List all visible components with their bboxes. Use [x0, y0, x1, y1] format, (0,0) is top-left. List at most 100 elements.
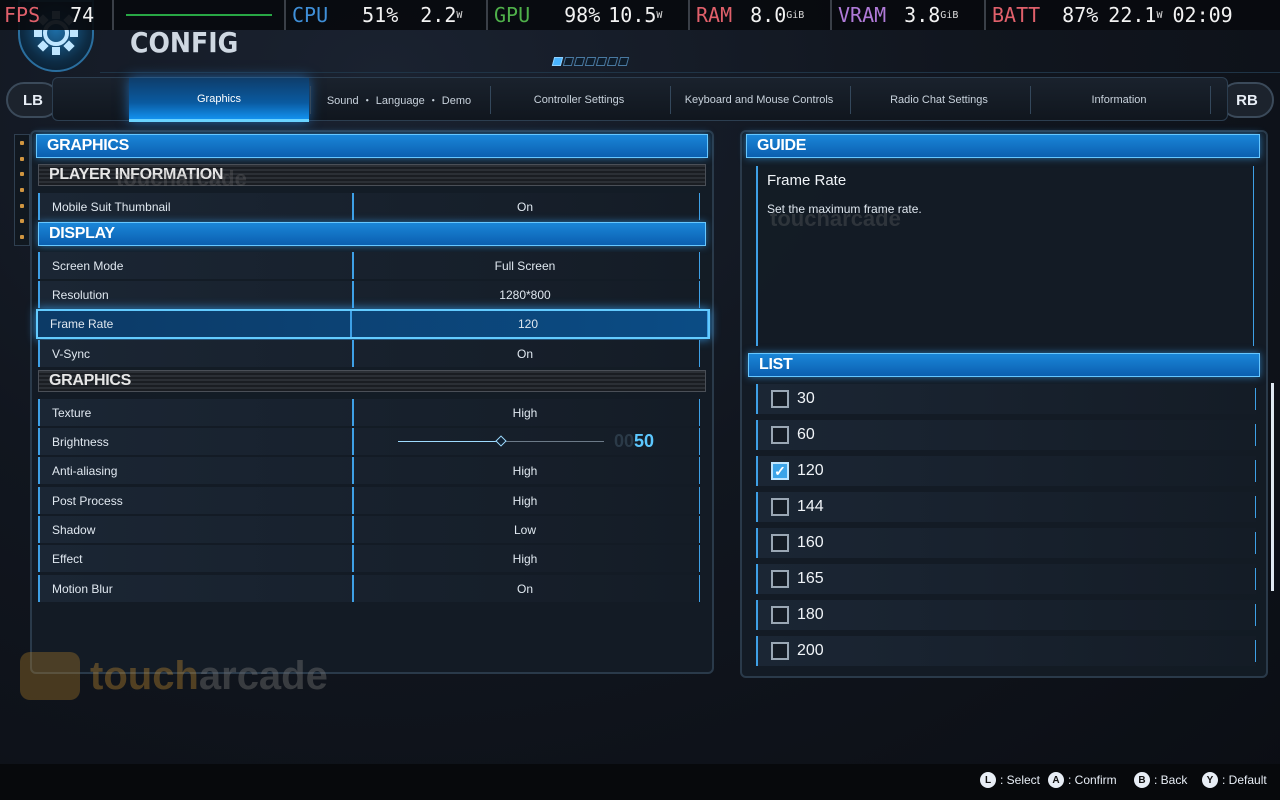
section-header-display: DISPLAY	[38, 222, 706, 246]
setting-label: Mobile Suit Thumbnail	[40, 193, 354, 220]
setting-value: High	[512, 493, 538, 508]
checkbox-checked[interactable]	[771, 462, 789, 480]
tab-keyboard-mouse[interactable]: Keyboard and Mouse Controls	[669, 78, 851, 122]
watermark-faint: toucharcade	[116, 166, 247, 191]
list-item-120[interactable]: 120	[756, 456, 1256, 486]
fps-label: FPS	[4, 3, 41, 27]
checkbox[interactable]	[771, 606, 789, 624]
section-header-guide: GUIDE	[746, 134, 1260, 158]
list-item-160[interactable]: 160	[756, 528, 1256, 558]
checkbox[interactable]	[771, 642, 789, 660]
brightness-slider[interactable]	[398, 435, 604, 447]
fps-group: FPS 74	[0, 0, 114, 30]
setting-label: Post Process	[40, 487, 354, 514]
setting-value: 1280*800	[499, 287, 551, 302]
checkbox[interactable]	[771, 498, 789, 516]
hint-default: Y : Default	[1202, 772, 1267, 788]
page-dot	[551, 57, 564, 66]
pip	[20, 172, 24, 177]
tab-controller-settings[interactable]: Controller Settings	[489, 78, 671, 122]
setting-label: V-Sync	[40, 340, 354, 367]
tab-graphics[interactable]: Graphics	[129, 78, 311, 122]
battery-group: BATT 87% 22.1 W 02:09	[986, 0, 1239, 30]
tab-information[interactable]: Information	[1029, 78, 1211, 122]
gpu-unit: W	[656, 9, 663, 21]
setting-row-texture[interactable]: Texture High	[38, 399, 700, 426]
row-endcap	[1255, 424, 1256, 446]
checkbox[interactable]	[771, 534, 789, 552]
vram-value: 3.8	[904, 3, 941, 27]
hint-confirm: A : Confirm	[1048, 772, 1117, 788]
toucharcade-logo-icon	[20, 652, 80, 700]
gpu-group: GPU 98% 10.5 W	[488, 0, 690, 30]
setting-value: 120	[517, 317, 539, 331]
brightness-value: 0050	[614, 431, 654, 452]
brightness-slider-fill	[398, 441, 501, 442]
list-item-200[interactable]: 200	[756, 636, 1256, 666]
fps-graph	[126, 14, 272, 16]
checkbox[interactable]	[771, 426, 789, 444]
battery-label: BATT	[992, 3, 1041, 27]
row-endcap	[696, 428, 700, 455]
tab-sound-language-demo[interactable]: Sound ・ Language ・ Demo	[309, 78, 491, 122]
list-scrollbar[interactable]	[1271, 383, 1274, 591]
hint-label: : Select	[1000, 773, 1041, 787]
b-button-icon: B	[1134, 772, 1150, 788]
guide-title: Frame Rate	[767, 172, 847, 189]
watermark-touch: touch	[90, 653, 199, 698]
page-title: CONFIG	[130, 26, 239, 59]
rb-button[interactable]: RB	[1220, 82, 1274, 118]
cpu-group: CPU 51% 2.2 W	[286, 0, 488, 30]
setting-row-post-process[interactable]: Post Process High	[38, 487, 700, 514]
list-item-label: 30	[797, 390, 815, 407]
setting-label: Screen Mode	[40, 252, 354, 279]
cpu-percent: 51%	[362, 3, 399, 27]
ram-label: RAM	[696, 3, 733, 27]
battery-unit: W	[1156, 9, 1163, 21]
row-endcap	[696, 340, 700, 367]
setting-label: Shadow	[40, 516, 354, 543]
list-item-label: 144	[797, 498, 824, 515]
battery-watts: 22.1	[1108, 3, 1157, 27]
checkbox[interactable]	[771, 570, 789, 588]
list-item-60[interactable]: 60	[756, 420, 1256, 450]
checkbox[interactable]	[771, 390, 789, 408]
setting-row-frame-rate[interactable]: Frame Rate 120	[36, 309, 710, 339]
setting-label: Resolution	[40, 281, 354, 308]
setting-row-shadow[interactable]: Shadow Low	[38, 516, 700, 543]
hint-back: B : Back	[1134, 772, 1187, 788]
setting-value: High	[512, 463, 538, 478]
hint-label: : Default	[1222, 773, 1267, 787]
list-item-30[interactable]: 30	[756, 384, 1256, 414]
subheader-graphics: GRAPHICS	[38, 370, 706, 392]
setting-row-motion-blur[interactable]: Motion Blur On	[38, 575, 700, 602]
l-button-icon: L	[980, 772, 996, 788]
setting-label: Brightness	[40, 428, 354, 455]
row-endcap	[1255, 532, 1256, 554]
list-item-165[interactable]: 165	[756, 564, 1256, 594]
battery-percent: 87%	[1062, 3, 1099, 27]
list-item-label: 60	[797, 426, 815, 443]
hint-select: L : Select	[980, 772, 1040, 788]
vram-unit: GiB	[940, 9, 959, 21]
page-dot	[595, 57, 608, 66]
gpu-percent: 98%	[564, 3, 601, 27]
setting-value: High	[512, 551, 538, 566]
setting-row-v-sync[interactable]: V-Sync On	[38, 340, 700, 367]
a-button-icon: A	[1048, 772, 1064, 788]
gpu-label: GPU	[494, 3, 531, 27]
list-item-144[interactable]: 144	[756, 492, 1256, 522]
tab-bar: Graphics Sound ・ Language ・ Demo Control…	[52, 77, 1228, 122]
setting-row-mobile-suit-thumbnail[interactable]: Mobile Suit Thumbnail On	[38, 193, 700, 220]
setting-row-effect[interactable]: Effect High	[38, 545, 700, 572]
setting-label: Texture	[40, 399, 354, 426]
setting-row-resolution[interactable]: Resolution 1280*800	[38, 281, 700, 308]
row-endcap	[696, 516, 700, 543]
setting-row-screen-mode[interactable]: Screen Mode Full Screen	[38, 252, 700, 279]
list-item-180[interactable]: 180	[756, 600, 1256, 630]
pip	[20, 219, 24, 224]
tab-radio-chat[interactable]: Radio Chat Settings	[849, 78, 1031, 122]
header-divider	[100, 72, 1280, 73]
page-dot	[606, 57, 619, 66]
setting-row-anti-aliasing[interactable]: Anti-aliasing High	[38, 457, 700, 484]
